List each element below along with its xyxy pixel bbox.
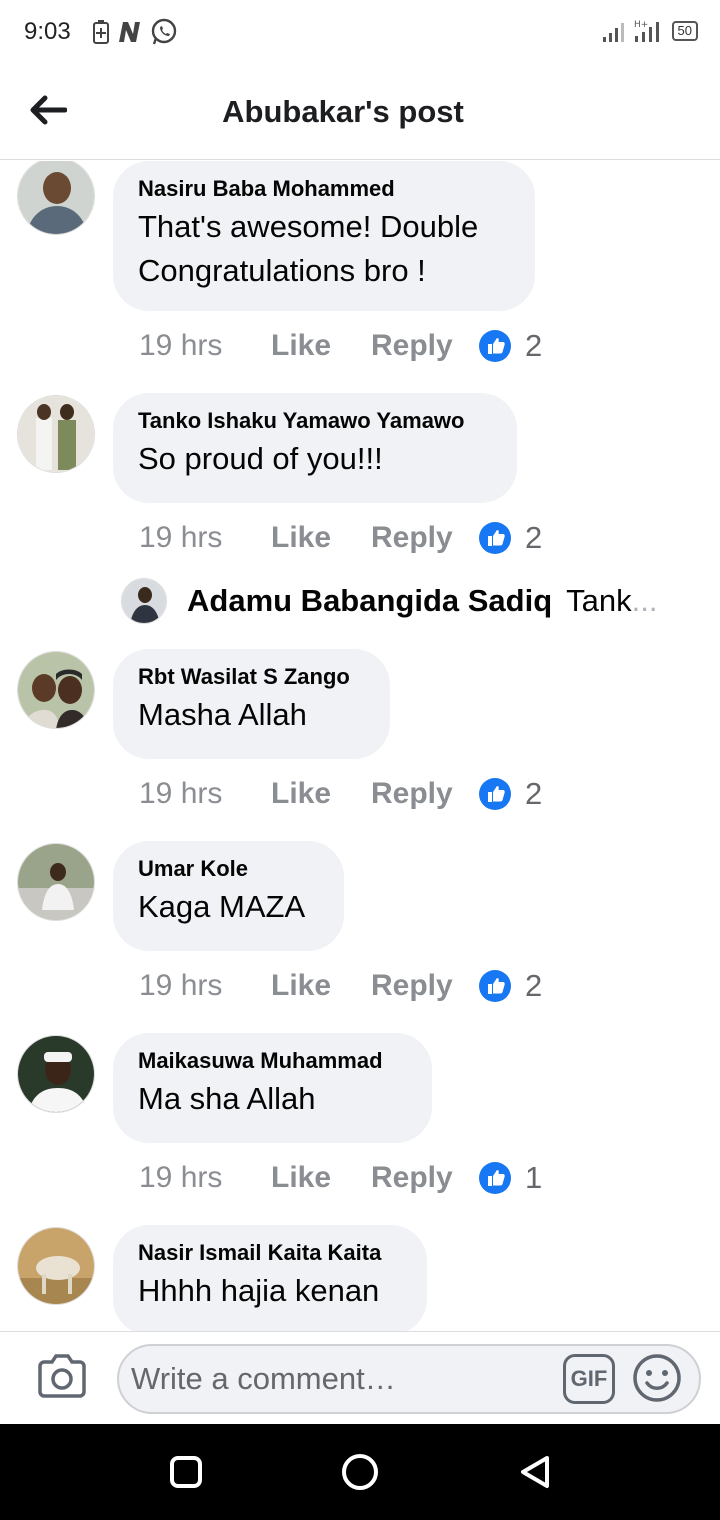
comment-time[interactable]: 19 hrs	[139, 969, 271, 1003]
battery-level: 50	[677, 23, 692, 38]
camera-button[interactable]	[36, 1352, 88, 1400]
thumbs-up-icon[interactable]	[479, 1162, 511, 1194]
comment-author[interactable]: Umar Kole	[138, 855, 318, 883]
emoji-button[interactable]	[631, 1352, 683, 1404]
comment-composer: GIF	[0, 1331, 720, 1424]
comment-actions: 19 hrs Like Reply 2	[139, 326, 542, 366]
system-nav-bar	[0, 1424, 720, 1520]
comment-actions: 19 hrs Like Reply 2	[139, 774, 542, 814]
comment-bubble[interactable]: Rbt Wasilat S Zango Masha Allah	[113, 649, 390, 759]
thumbs-up-icon[interactable]	[479, 778, 511, 810]
like-button[interactable]: Like	[271, 521, 371, 555]
reaction-count[interactable]: 1	[525, 1160, 542, 1196]
comment-actions: 19 hrs Like Reply 2	[139, 518, 542, 558]
avatar[interactable]	[17, 1227, 95, 1305]
avatar[interactable]	[17, 395, 95, 473]
comment-bubble[interactable]: Tanko Ishaku Yamawo Yamawo So proud of y…	[113, 393, 517, 503]
reply-author[interactable]: Adamu Babangida Sadiq	[187, 583, 552, 619]
back-nav-button[interactable]	[510, 1448, 558, 1496]
svg-text:H+: H+	[634, 20, 648, 30]
reaction-count[interactable]: 2	[525, 776, 542, 812]
comments-list[interactable]: Nasiru Baba Mohammed That's awesome! Dou…	[0, 161, 720, 1331]
avatar[interactable]	[17, 843, 95, 921]
reaction-count[interactable]: 2	[525, 328, 542, 364]
signal-h-plus-icon: H+	[634, 20, 659, 42]
comment-bubble[interactable]: Maikasuwa Muhammad Ma sha Allah	[113, 1033, 432, 1143]
comment-text: Congratulations bro !	[138, 253, 426, 288]
thumbs-up-icon[interactable]	[479, 330, 511, 362]
reply-button[interactable]: Reply	[371, 1161, 479, 1195]
reply-ellipsis: ...	[631, 583, 658, 618]
reaction-count[interactable]: 2	[525, 520, 542, 556]
avatar[interactable]	[17, 1035, 95, 1113]
status-time: 9:03	[24, 18, 71, 45]
reaction-count[interactable]: 2	[525, 968, 542, 1004]
comment-input-container: GIF	[117, 1344, 701, 1414]
comment-text: Kaga MAZA	[138, 889, 306, 924]
comment-text: Ma sha Allah	[138, 1081, 316, 1116]
comment-text: Hhhh hajia kenan	[138, 1273, 380, 1308]
status-bar: 9:03 H+ 50	[0, 0, 720, 64]
comment-bubble[interactable]: Nasir Ismail Kaita Kaita Hhhh hajia kena…	[113, 1225, 427, 1331]
comment-author[interactable]: Tanko Ishaku Yamawo Yamawo	[138, 407, 491, 435]
comment-bubble[interactable]: Umar Kole Kaga MAZA	[113, 841, 344, 951]
like-button[interactable]: Like	[271, 777, 371, 811]
comment-actions: 19 hrs Like Reply 2	[139, 966, 542, 1006]
comment-bubble[interactable]: Nasiru Baba Mohammed That's awesome! Dou…	[113, 161, 535, 311]
thumbs-up-icon[interactable]	[479, 970, 511, 1002]
reply-button[interactable]: Reply	[371, 777, 479, 811]
like-button[interactable]: Like	[271, 969, 371, 1003]
gif-button[interactable]: GIF	[563, 1354, 615, 1404]
avatar[interactable]	[17, 161, 95, 235]
camera-icon	[38, 1354, 86, 1398]
comment-text: That's awesome! Double	[138, 209, 479, 244]
reply-button[interactable]: Reply	[371, 329, 479, 363]
circle-icon	[342, 1454, 378, 1490]
page-title: Abubakar's post	[222, 94, 464, 129]
thumbs-up-icon[interactable]	[479, 522, 511, 554]
whatsapp-icon	[151, 18, 177, 45]
status-system: H+ 50	[602, 18, 698, 44]
comment-actions: 19 hrs Like Reply 1	[139, 1158, 542, 1198]
n-app-icon	[119, 22, 140, 42]
reply-preview[interactable]: Adamu Babangida Sadiq Tank ...	[121, 577, 658, 625]
comment-author[interactable]: Nasiru Baba Mohammed	[138, 175, 509, 203]
comment-time[interactable]: 19 hrs	[139, 329, 271, 363]
recents-button[interactable]	[162, 1448, 210, 1496]
comment-author[interactable]: Maikasuwa Muhammad	[138, 1047, 406, 1075]
reply-button[interactable]: Reply	[371, 969, 479, 1003]
like-button[interactable]: Like	[271, 1161, 371, 1195]
reply-button[interactable]: Reply	[371, 521, 479, 555]
triangle-back-icon	[521, 1456, 549, 1488]
home-button[interactable]	[336, 1448, 384, 1496]
comment-text: So proud of you!!!	[138, 441, 383, 476]
comment-author[interactable]: Rbt Wasilat S Zango	[138, 663, 364, 691]
avatar[interactable]	[17, 651, 95, 729]
comment-text: Masha Allah	[138, 697, 307, 732]
comment-time[interactable]: 19 hrs	[139, 1161, 271, 1195]
status-notifications	[92, 18, 178, 46]
comment-input[interactable]	[131, 1356, 551, 1402]
reply-text: Tank	[566, 583, 632, 618]
smiley-icon	[633, 1354, 681, 1402]
signal-icon	[602, 23, 624, 42]
comment-author[interactable]: Nasir Ismail Kaita Kaita	[138, 1239, 401, 1267]
comment-time[interactable]: 19 hrs	[139, 777, 271, 811]
battery-icon: 50	[671, 21, 698, 41]
like-button[interactable]: Like	[271, 329, 371, 363]
header: Abubakar's post	[0, 64, 720, 160]
comment-time[interactable]: 19 hrs	[139, 521, 271, 555]
avatar[interactable]	[121, 578, 167, 624]
battery-saver-icon	[93, 20, 109, 44]
square-icon	[170, 1456, 202, 1488]
